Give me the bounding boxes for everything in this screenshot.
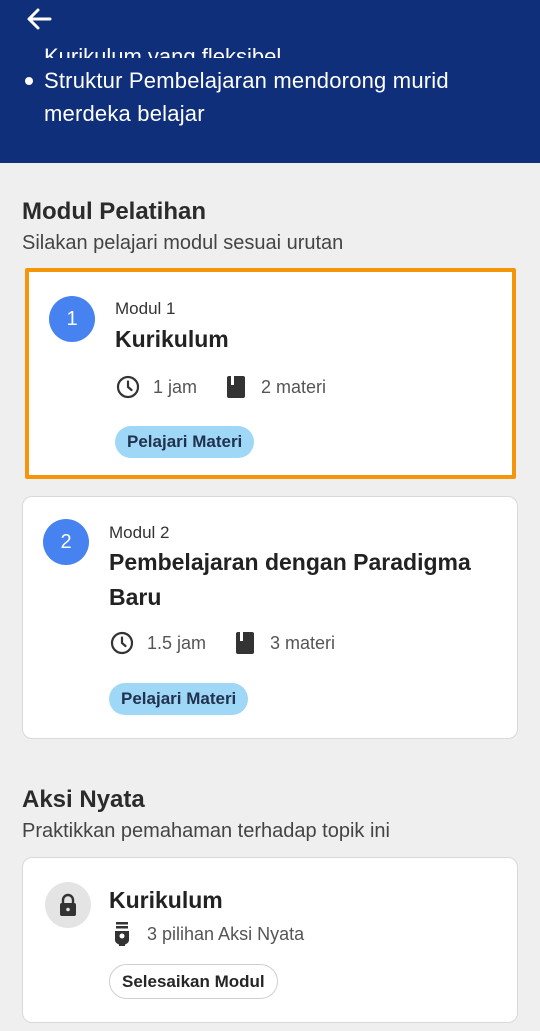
module-materials: 2 materi	[261, 376, 327, 397]
lightbulb-icon	[109, 921, 135, 947]
module-number-badge: 2	[43, 519, 89, 565]
module-label: Modul 1	[115, 299, 176, 318]
module-duration: 1.5 jam	[147, 632, 207, 653]
module-materials: 3 materi	[270, 632, 336, 653]
book-icon	[232, 630, 258, 656]
aksi-options-count: 3 pilihan Aksi Nyata	[147, 923, 305, 944]
module-number-badge: 1	[49, 296, 95, 342]
module-meta: 1.5 jam 3 materi	[109, 629, 335, 657]
complete-module-button[interactable]: Selesaikan Modul	[109, 964, 278, 999]
book-icon	[223, 374, 249, 400]
aksi-nyata-card: Kurikulum 3 pilihan Aksi Nyata Selesaika…	[22, 857, 518, 1023]
clock-icon	[109, 630, 135, 656]
module-card-1[interactable]: 1 Modul 1 Kurikulum 1 jam 2 materi Pelaj…	[25, 268, 516, 479]
module-title: Pembelajaran dengan Paradigma Baru	[109, 549, 471, 610]
clock-icon	[115, 374, 141, 400]
aksi-section-subtitle: Praktikkan pemahaman terhadap topik ini	[22, 820, 390, 842]
learn-material-button[interactable]: Pelajari Materi	[115, 426, 255, 458]
lock-badge	[45, 882, 91, 928]
aksi-section-title: Aksi Nyata	[22, 786, 145, 813]
bullet-text: Struktur Pembelajaran mendorong murid me…	[44, 68, 449, 126]
truncated-bullet-text: Kurikulum yang fleksibel	[44, 44, 282, 58]
modul-section-title: Modul Pelatihan	[22, 198, 207, 225]
header-banner: Kurikulum yang fleksibel Struktur Pembel…	[0, 0, 540, 163]
lock-icon	[60, 893, 76, 916]
module-label: Modul 2	[109, 523, 170, 542]
module-title: Kurikulum	[115, 326, 229, 352]
module-card-2[interactable]: 2 Modul 2 Pembelajaran dengan Paradigma …	[22, 496, 518, 739]
modul-section-subtitle: Silakan pelajari modul sesuai urutan	[22, 232, 344, 254]
module-meta: 1 jam 2 materi	[115, 373, 326, 401]
bullet-point	[25, 77, 33, 85]
learn-material-button[interactable]: Pelajari Materi	[109, 683, 249, 715]
aksi-card-title: Kurikulum	[109, 887, 223, 913]
module-duration: 1 jam	[153, 376, 198, 397]
aksi-card-meta: 3 pilihan Aksi Nyata	[109, 920, 304, 948]
truncated-bullet-line: Kurikulum yang fleksibel	[44, 28, 344, 58]
